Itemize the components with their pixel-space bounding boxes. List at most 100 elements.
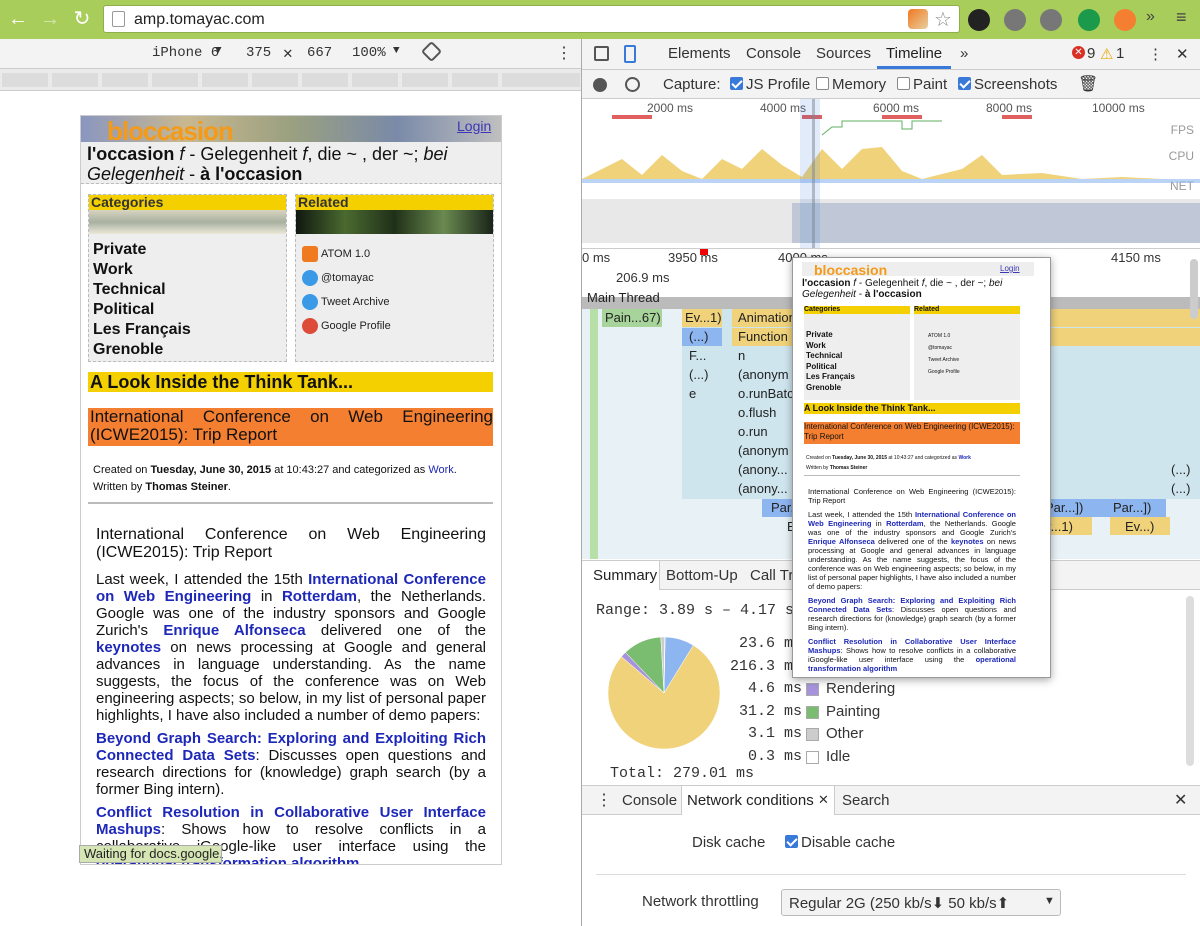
- article-heading: International Conference on Web Engineer…: [96, 526, 486, 561]
- related-header: Related: [296, 195, 493, 210]
- throttling-select[interactable]: Regular 2G (250 kb/s⬇ 50 kb/s⬆ 300 ▼: [781, 889, 1061, 916]
- flame-entry[interactable]: (...): [1168, 461, 1198, 479]
- headphones-icon[interactable]: [1004, 9, 1026, 31]
- drawer-tabbar: ⋮ Console Network conditions ✕ Search ✕: [582, 785, 1200, 815]
- js-profile-checkbox[interactable]: JS Profile: [730, 76, 810, 93]
- category-link[interactable]: Private: [93, 240, 282, 260]
- category-link[interactable]: Les Français: [93, 320, 282, 340]
- tab-console-drawer[interactable]: Console: [622, 792, 677, 809]
- extension-icon-2[interactable]: [1114, 9, 1136, 31]
- flame-entry[interactable]: Par...]): [1042, 499, 1102, 517]
- more-extensions-icon[interactable]: »: [1146, 8, 1155, 26]
- related-link[interactable]: Tweet Archive: [302, 290, 487, 314]
- article-body: International Conference on Web Engineer…: [96, 526, 486, 864]
- flame-entry[interactable]: (...): [1168, 480, 1198, 498]
- device-mode-icon[interactable]: [624, 45, 636, 63]
- tab-elements[interactable]: Elements: [668, 45, 731, 62]
- related-link[interactable]: ATOM 1.0: [302, 242, 487, 266]
- flame-entry[interactable]: Animation: [735, 309, 795, 327]
- tab-console[interactable]: Console: [746, 45, 801, 62]
- more-options-icon[interactable]: ⋮: [1148, 45, 1163, 63]
- screenshots-checkbox[interactable]: Screenshots: [958, 76, 1057, 93]
- flame-entry[interactable]: F...: [686, 347, 722, 365]
- blog-heading[interactable]: A Look Inside the Think Tank...: [88, 372, 493, 392]
- timeline-overview[interactable]: 2000 ms 4000 ms 6000 ms 8000 ms 10000 ms…: [582, 99, 1200, 249]
- more-options-icon[interactable]: ⋮: [556, 43, 572, 63]
- preview-logo: bloccasion: [814, 262, 888, 278]
- clear-icon[interactable]: [625, 77, 640, 92]
- flame-entry[interactable]: (anony...: [735, 480, 795, 498]
- flame-entry[interactable]: Par...]): [1110, 499, 1166, 517]
- category-link[interactable]: Technical: [93, 280, 282, 300]
- address-bar[interactable]: amp.tomayac.com ☆: [103, 5, 960, 33]
- category-link[interactable]: Political: [93, 300, 282, 320]
- flame-entry[interactable]: o.runBatc: [735, 385, 795, 403]
- forward-icon[interactable]: →: [38, 7, 62, 31]
- back-icon[interactable]: ←: [6, 7, 30, 31]
- extension-icon[interactable]: [908, 9, 928, 29]
- check-icon[interactable]: [1078, 9, 1100, 31]
- flame-entry[interactable]: Function: [735, 328, 795, 346]
- category-link[interactable]: Work: [428, 464, 453, 476]
- close-drawer-icon[interactable]: ✕: [1174, 790, 1187, 810]
- tab-bottom-up[interactable]: Bottom-Up: [666, 567, 738, 584]
- flame-entry[interactable]: (anonym: [735, 442, 795, 460]
- bookmark-star-icon[interactable]: ☆: [934, 7, 952, 32]
- chevron-down-icon: ▼: [393, 45, 400, 57]
- page-header-banner: bloccasion: [81, 116, 501, 146]
- login-link[interactable]: Login: [457, 118, 491, 134]
- height-field[interactable]: 667: [307, 45, 332, 61]
- paint-checkbox[interactable]: Paint: [897, 76, 947, 93]
- scrollbar[interactable]: [1186, 596, 1194, 766]
- flame-entry[interactable]: n: [735, 347, 795, 365]
- flame-entry[interactable]: (anony...: [735, 461, 795, 479]
- width-field[interactable]: 375: [246, 45, 271, 61]
- flame-entry[interactable]: (anonym: [735, 366, 795, 384]
- tab-timeline[interactable]: Timeline: [886, 45, 942, 62]
- flame-entry[interactable]: o.flush: [735, 404, 795, 422]
- flame-entry[interactable]: Ev...): [1122, 518, 1170, 536]
- related-link[interactable]: @tomayac: [302, 266, 487, 290]
- record-icon[interactable]: [593, 78, 607, 92]
- scrollbar[interactable]: [1190, 259, 1198, 319]
- error-count[interactable]: 9: [1087, 45, 1095, 62]
- post-title[interactable]: International Conference on Web Engineer…: [88, 408, 493, 446]
- close-tab-icon[interactable]: ✕: [818, 792, 829, 808]
- menu-icon[interactable]: ≡: [1176, 7, 1187, 28]
- zoom-select[interactable]: 100%: [352, 45, 386, 61]
- flame-entry[interactable]: Ev...1): [682, 309, 722, 327]
- rotate-icon[interactable]: [420, 40, 443, 63]
- flame-entry[interactable]: (...): [686, 328, 722, 346]
- legend-row: 4.6 ms Rendering: [747, 680, 896, 698]
- flame-entry[interactable]: Pain...67): [602, 309, 662, 327]
- github-icon[interactable]: [968, 9, 990, 31]
- tab-sources[interactable]: Sources: [816, 45, 871, 62]
- flame-entry[interactable]: Par...: [768, 499, 792, 517]
- category-link[interactable]: Grenoble: [93, 340, 282, 360]
- main-thread-label[interactable]: Main Thread: [587, 290, 660, 305]
- memory-checkbox[interactable]: Memory: [816, 76, 886, 93]
- trash-icon[interactable]: 🗑: [1078, 74, 1098, 94]
- flame-entry[interactable]: e: [686, 385, 722, 403]
- flame-entry[interactable]: (...): [686, 366, 722, 384]
- article-link[interactable]: keynotes: [96, 639, 161, 656]
- article-link[interactable]: Enrique Alfonseca: [163, 622, 305, 639]
- close-icon[interactable]: ✕: [1176, 45, 1189, 63]
- warning-count[interactable]: 1: [1116, 45, 1124, 62]
- related-link[interactable]: Google Profile: [302, 314, 487, 338]
- legend-row: 3.1 ms Other: [747, 725, 864, 743]
- categories-header: Categories: [89, 195, 286, 210]
- more-tabs-icon[interactable]: »: [960, 45, 968, 62]
- reload-icon[interactable]: ↻: [70, 7, 94, 31]
- tab-summary[interactable]: Summary: [593, 567, 657, 584]
- more-options-icon[interactable]: ⋮: [596, 790, 612, 810]
- headphones-icon-2[interactable]: [1040, 9, 1062, 31]
- article-link[interactable]: Rotterdam: [282, 588, 357, 605]
- tab-network-conditions[interactable]: Network conditions: [687, 792, 814, 809]
- inspect-element-icon[interactable]: [594, 46, 609, 61]
- device-select[interactable]: iPhone 6: [152, 45, 219, 61]
- flame-entry[interactable]: o.run: [735, 423, 795, 441]
- category-link[interactable]: Work: [93, 260, 282, 280]
- disable-cache-checkbox[interactable]: Disable cache: [785, 834, 895, 851]
- tab-search[interactable]: Search: [842, 792, 890, 809]
